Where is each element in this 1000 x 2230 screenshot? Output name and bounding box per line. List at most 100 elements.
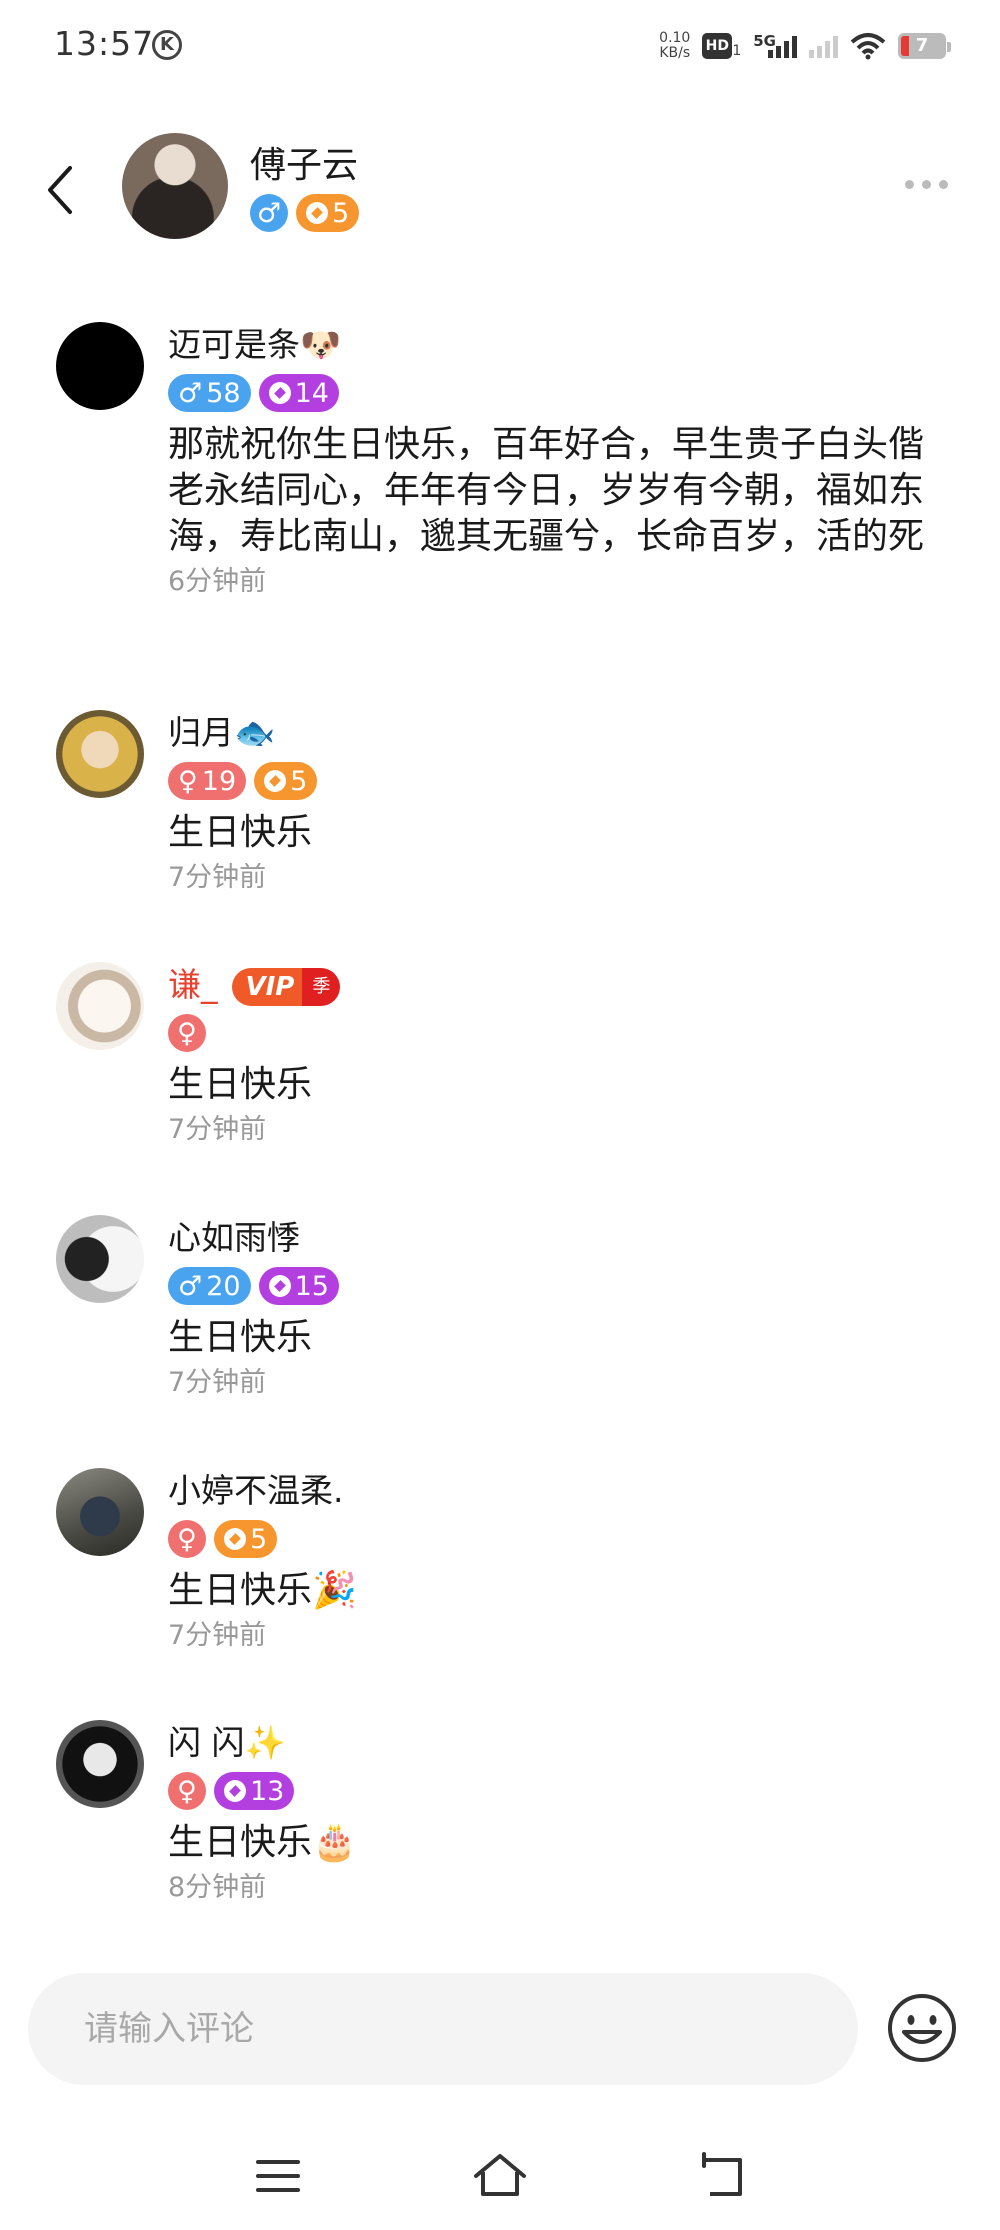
comment-input[interactable] (28, 1973, 858, 2085)
level-badge: 5 (254, 762, 318, 800)
comment-time: 7分钟前 (168, 862, 267, 893)
post-header: 傅子云 ♂ 5 (0, 120, 1000, 260)
age-value: 20 (206, 1270, 241, 1302)
female-gender-badge: ♀ (168, 1772, 206, 1810)
home-icon (474, 2154, 526, 2196)
commenter-badges: ♀ (168, 1014, 958, 1052)
emoji-button[interactable] (886, 1992, 958, 2064)
vip-badge: VIP 季 (231, 967, 341, 1006)
wifi-icon (850, 33, 886, 60)
level-badge: 13 (214, 1772, 295, 1810)
return-icon (702, 2152, 742, 2196)
vip-label: VIP (231, 967, 303, 1006)
commenter-name[interactable]: 心如雨悸 (168, 1215, 958, 1261)
status-time: 13:57 (54, 24, 155, 63)
author-name[interactable]: 傅子云 (250, 136, 358, 188)
status-bar: 13:57 K 0.10 KB/s HD 1 5G 7 (0, 0, 1000, 90)
smiley-face-icon (888, 1994, 956, 2062)
male-icon: ♂ (178, 377, 203, 409)
level-value: 13 (250, 1775, 285, 1807)
comment-text: 那就祝你生日快乐，百年好合，早生贵子白头偕老永结同心，年年有今日，岁岁有今朝，福… (168, 424, 925, 557)
level-badge: 5 (296, 194, 360, 232)
male-gender-badge: ♂ 58 (168, 374, 251, 412)
nav-menu-button[interactable] (250, 2148, 306, 2204)
network-speed-unit: KB/s (659, 45, 691, 61)
female-gender-badge: ♀ (168, 1014, 206, 1052)
male-icon: ♂ (256, 197, 282, 229)
network-speed: 0.10 KB/s (659, 31, 690, 61)
more-dots-icon (905, 180, 914, 189)
diamond-icon (306, 202, 328, 224)
diamond-icon (224, 1780, 246, 1802)
k-icon: K (152, 30, 182, 60)
commenter-name[interactable]: 闪 闪✨ (168, 1720, 958, 1766)
commenter-avatar[interactable] (56, 1215, 144, 1303)
comment-text: 生日快乐🎉 (168, 1570, 357, 1611)
nav-back-button[interactable] (696, 2148, 752, 2204)
signal-2-icon (809, 34, 838, 58)
hd-icon: HD (702, 33, 733, 59)
diamond-icon (268, 382, 291, 404)
commenter-name[interactable]: 归月🐟 (168, 710, 958, 756)
more-options-button[interactable] (905, 180, 948, 189)
level-badge: 5 (214, 1520, 278, 1558)
diamond-icon (268, 1275, 291, 1297)
comment-input-container (28, 1973, 858, 2085)
level-value: 14 (294, 377, 329, 409)
comment-text: 生日快乐 (168, 1064, 313, 1105)
level-badge: 14 (258, 374, 339, 412)
level-value: 5 (332, 197, 350, 229)
comment-text: 生日快乐 (168, 1317, 313, 1358)
female-icon: ♀ (178, 765, 198, 797)
female-gender-badge: ♀ 19 (168, 762, 247, 800)
male-icon: ♂ (178, 1270, 203, 1302)
commenter-avatar[interactable] (56, 322, 144, 410)
level-badge: 15 (258, 1267, 339, 1305)
male-gender-badge: ♂ 20 (168, 1267, 251, 1305)
diamond-icon (264, 770, 287, 792)
age-value: 19 (201, 765, 237, 797)
level-value: 15 (294, 1270, 329, 1302)
system-nav-bar (0, 2120, 1000, 2230)
commenter-avatar[interactable] (56, 1468, 144, 1556)
commenter-badges: ♀ 13 (168, 1772, 958, 1810)
commenter-badges: ♂ 58 14 (168, 374, 958, 412)
battery-icon: 7 (898, 33, 951, 59)
hd-sub: 1 (732, 43, 742, 59)
commenter-name[interactable]: 迈可是条🐶 (168, 322, 958, 368)
comment-time: 8分钟前 (168, 1872, 267, 1903)
status-icons: 0.10 KB/s HD 1 5G 7 (659, 26, 951, 66)
commenter-avatar[interactable] (56, 962, 144, 1050)
comment-text: 生日快乐🎂 (168, 1822, 357, 1863)
network-type: 5G (753, 32, 776, 50)
female-icon: ♀ (177, 1017, 197, 1049)
age-value: 58 (206, 377, 241, 409)
female-icon: ♀ (177, 1775, 197, 1807)
commenter-badges: ♀ 19 5 (168, 762, 958, 800)
commenter-badges: ♀ 5 (168, 1520, 958, 1558)
commenter-name[interactable]: 小婷不温柔. (168, 1468, 958, 1514)
commenter-avatar[interactable] (56, 710, 144, 798)
network-speed-value: 0.10 (659, 30, 691, 46)
back-button[interactable] (40, 160, 84, 220)
author-badges: ♂ 5 (250, 194, 360, 232)
commenter-avatar[interactable] (56, 1720, 144, 1808)
back-arrow-icon (48, 166, 72, 214)
female-icon: ♀ (177, 1523, 197, 1555)
commenter-name: 谦_ VIP 季 (168, 962, 958, 1008)
vip-season: 季 (302, 967, 341, 1006)
nav-home-button[interactable] (472, 2148, 528, 2204)
comment-text: 生日快乐 (168, 812, 313, 853)
vip-commenter-name[interactable]: 谦_ (168, 965, 218, 1004)
male-gender-badge: ♂ (250, 194, 288, 232)
commenter-badges: ♂ 20 15 (168, 1267, 958, 1305)
diamond-icon (224, 1528, 246, 1550)
author-avatar[interactable] (122, 133, 228, 239)
female-gender-badge: ♀ (168, 1520, 206, 1558)
menu-lines-icon (256, 2160, 300, 2192)
level-value: 5 (250, 1523, 268, 1555)
comment-time: 7分钟前 (168, 1620, 267, 1651)
comment-time: 7分钟前 (168, 1114, 267, 1145)
level-value: 5 (290, 765, 308, 797)
comment-time: 7分钟前 (168, 1367, 267, 1398)
